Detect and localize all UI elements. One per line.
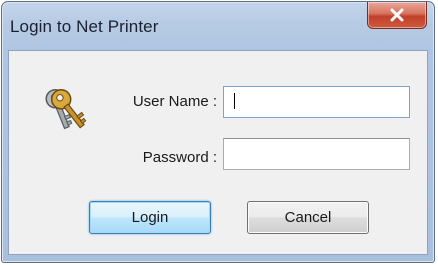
username-input[interactable] xyxy=(223,86,410,118)
username-label: User Name : xyxy=(132,93,217,110)
password-label: Password : xyxy=(142,149,217,166)
dialog-body: User Name : Password : Login Cancel xyxy=(8,50,428,255)
cancel-button[interactable]: Cancel xyxy=(247,201,369,234)
cancel-button-label: Cancel xyxy=(284,209,332,226)
login-button-label: Login xyxy=(131,209,169,226)
text-caret xyxy=(234,93,235,109)
window-title: Login to Net Printer xyxy=(10,17,159,36)
close-icon xyxy=(389,8,405,22)
close-button[interactable] xyxy=(367,2,427,29)
login-dialog: Login to Net Printer User Name: Passwor… xyxy=(1,1,435,263)
login-button[interactable]: Login xyxy=(89,201,211,234)
password-input[interactable] xyxy=(223,138,410,170)
keys-icon xyxy=(37,84,93,140)
